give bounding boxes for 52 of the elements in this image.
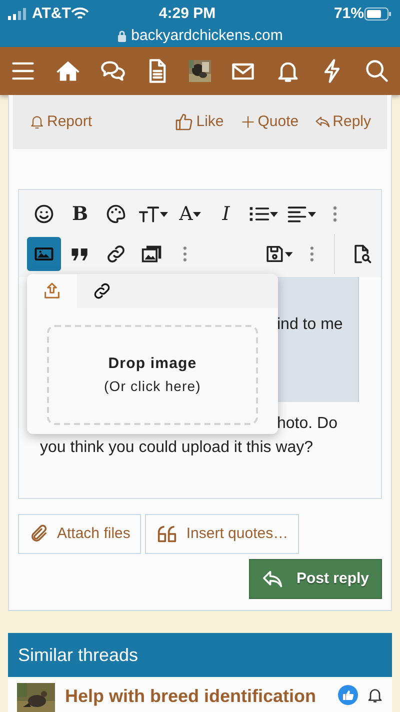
- wifi-icon: [70, 7, 89, 21]
- reply-link[interactable]: Reply: [314, 110, 371, 134]
- reply-icon: [262, 569, 284, 589]
- paperclip-icon: [29, 524, 49, 544]
- quote-text: ind to me: [277, 316, 343, 333]
- like-link[interactable]: Like: [174, 110, 224, 134]
- reply-icon: [314, 114, 331, 130]
- battery-icon: [364, 7, 392, 21]
- message-text: you think you could upload it this way?: [40, 438, 314, 458]
- search-icon: [364, 58, 390, 84]
- more-icon[interactable]: [310, 246, 314, 262]
- smiley-icon: [33, 203, 55, 225]
- drop-title: Drop image: [108, 354, 197, 374]
- format-button[interactable]: I: [209, 197, 243, 231]
- save-icon: [264, 243, 286, 265]
- caret-icon: [285, 252, 294, 256]
- upload-icon: [42, 281, 62, 301]
- caret-icon: [160, 212, 168, 216]
- link-icon: [92, 281, 112, 301]
- url-text: backyardchickens.com: [131, 26, 283, 46]
- lock-icon: [117, 30, 128, 42]
- thumbs-up-icon: [174, 112, 194, 132]
- link-icon: [105, 243, 127, 265]
- drop-zone[interactable]: Drop image (Or click here): [47, 325, 258, 425]
- search-button[interactable]: [364, 58, 390, 84]
- plus-icon: [240, 114, 256, 130]
- bell-icon: [29, 114, 45, 130]
- clock-time: 4:29 PM: [158, 4, 216, 24]
- quote-link[interactable]: Quote: [240, 110, 299, 134]
- battery-percent: 71%: [334, 4, 364, 24]
- caret-icon: [192, 212, 201, 216]
- avatar-button[interactable]: [189, 60, 211, 82]
- attach-files-button[interactable]: Attach files: [18, 514, 142, 554]
- quote-icon: [156, 524, 178, 544]
- insert-quotes-button[interactable]: Insert quotes…: [145, 514, 300, 554]
- report-link[interactable]: Report: [29, 110, 92, 134]
- caret-icon: [270, 212, 278, 216]
- carrier-name: AT&T: [32, 4, 71, 24]
- caret-icon: [308, 212, 316, 216]
- upload-tab[interactable]: [27, 274, 77, 308]
- signal-icon: [8, 8, 28, 20]
- post-reply-button[interactable]: Post reply: [249, 559, 382, 599]
- format-button[interactable]: A: [173, 197, 207, 231]
- drop-hint: (Or click here): [104, 376, 201, 396]
- like-icon: [338, 685, 358, 705]
- more-icon[interactable]: [333, 206, 337, 222]
- palette-icon: [105, 203, 127, 225]
- message-text: hoto. Do: [277, 414, 338, 434]
- more-icon[interactable]: [183, 246, 187, 262]
- media-icon: [141, 243, 163, 265]
- format-button[interactable]: B: [63, 197, 97, 231]
- section-heading: Similar threads: [18, 644, 138, 666]
